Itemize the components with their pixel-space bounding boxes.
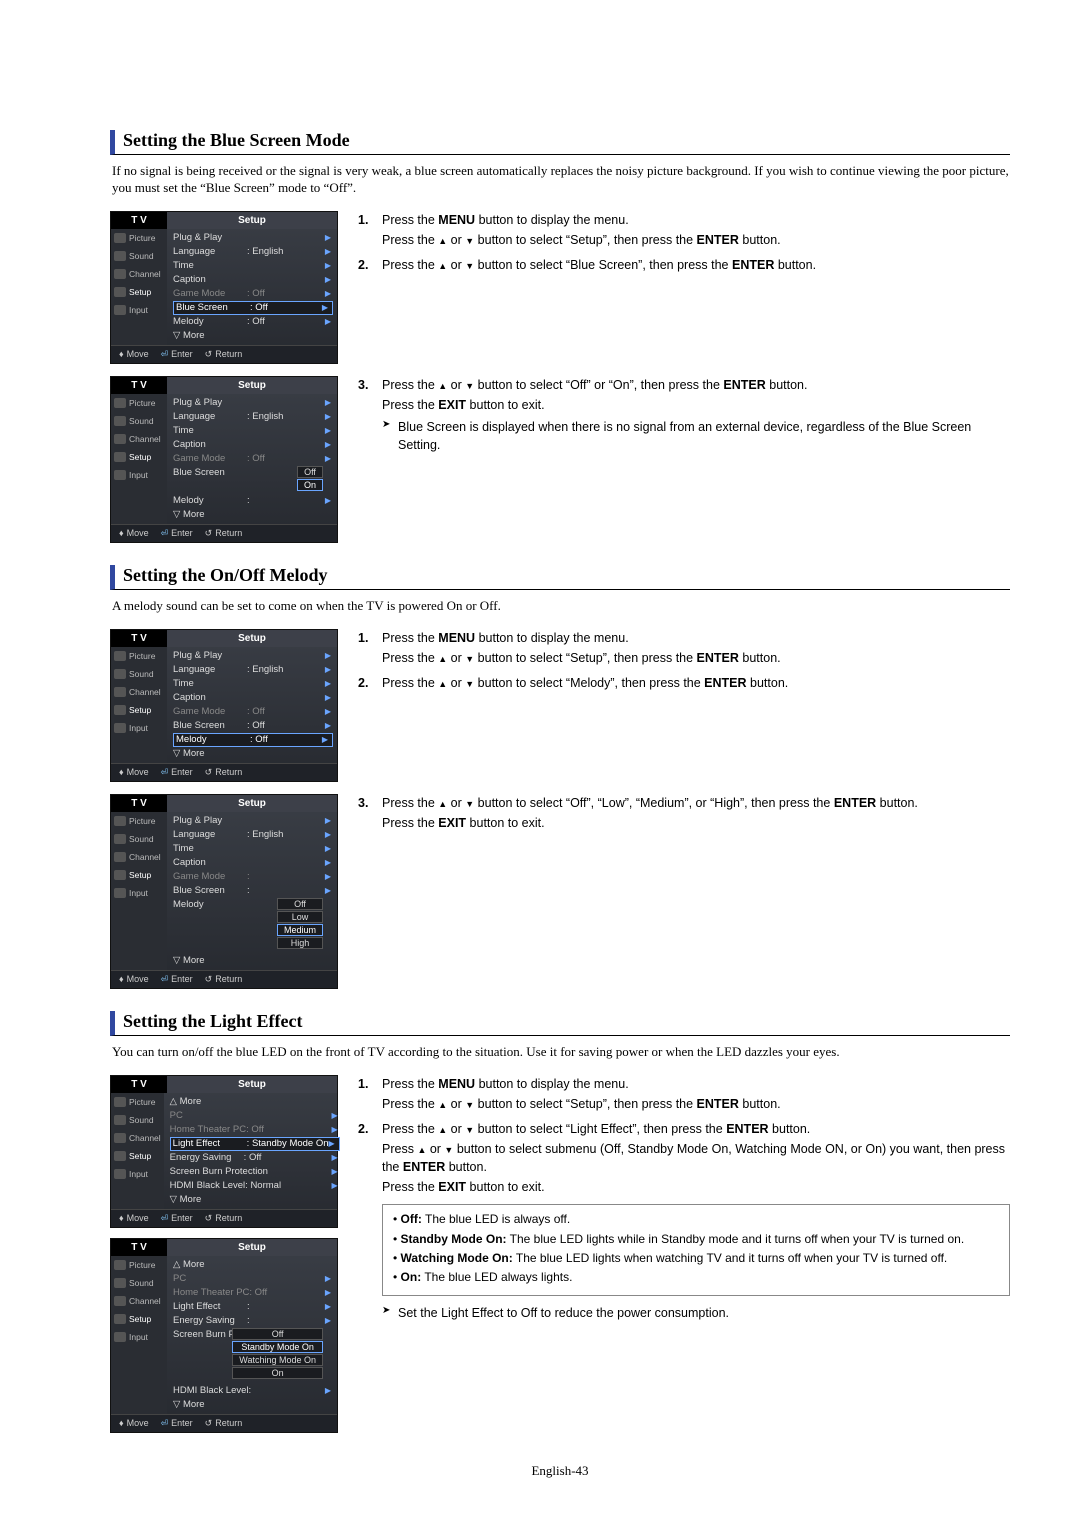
light-effect-info-box: • Off: The blue LED is always off. • Sta… bbox=[382, 1204, 1010, 1296]
page-number: English-43 bbox=[110, 1463, 1010, 1479]
note: Blue Screen is displayed when there is n… bbox=[382, 418, 1010, 454]
step-item: 3. Press the or button to select “Off”, … bbox=[358, 794, 1010, 834]
step-item: 1. Press the MENU button to display the … bbox=[358, 629, 1010, 669]
intro-blue-screen: If no signal is being received or the si… bbox=[112, 163, 1010, 197]
step-item: 2. Press the or button to select “Light … bbox=[358, 1120, 1010, 1199]
intro-light-effect: You can turn on/off the blue LED on the … bbox=[112, 1044, 1010, 1061]
section-title-blue-screen: Setting the Blue Screen Mode bbox=[110, 130, 1010, 155]
step-item: 3. Press the or button to select “Off” o… bbox=[358, 376, 1010, 457]
osd-screenshot: T VSetupPictureSoundChannelSetupInput△ M… bbox=[110, 1238, 338, 1433]
note: Set the Light Effect to Off to reduce th… bbox=[382, 1304, 1010, 1322]
osd-screenshot: T VSetupPictureSoundChannelSetupInputPlu… bbox=[110, 376, 338, 543]
osd-screenshot: T VSetupPictureSoundChannelSetupInputPlu… bbox=[110, 629, 338, 782]
section-title-light-effect: Setting the Light Effect bbox=[110, 1011, 1010, 1036]
osd-screenshot: T VSetupPictureSoundChannelSetupInputPlu… bbox=[110, 794, 338, 989]
step-item: 1. Press the MENU button to display the … bbox=[358, 1075, 1010, 1115]
step-item: 2. Press the or button to select “Melody… bbox=[358, 674, 1010, 694]
intro-melody: A melody sound can be set to come on whe… bbox=[112, 598, 1010, 615]
step-item: 2. Press the or button to select “Blue S… bbox=[358, 256, 1010, 276]
section-title-melody: Setting the On/Off Melody bbox=[110, 565, 1010, 590]
osd-screenshot: T VSetupPictureSoundChannelSetupInputPlu… bbox=[110, 211, 338, 364]
osd-screenshot: T VSetupPictureSoundChannelSetupInput△ M… bbox=[110, 1075, 338, 1228]
step-item: 1. Press the MENU button to display the … bbox=[358, 211, 1010, 251]
